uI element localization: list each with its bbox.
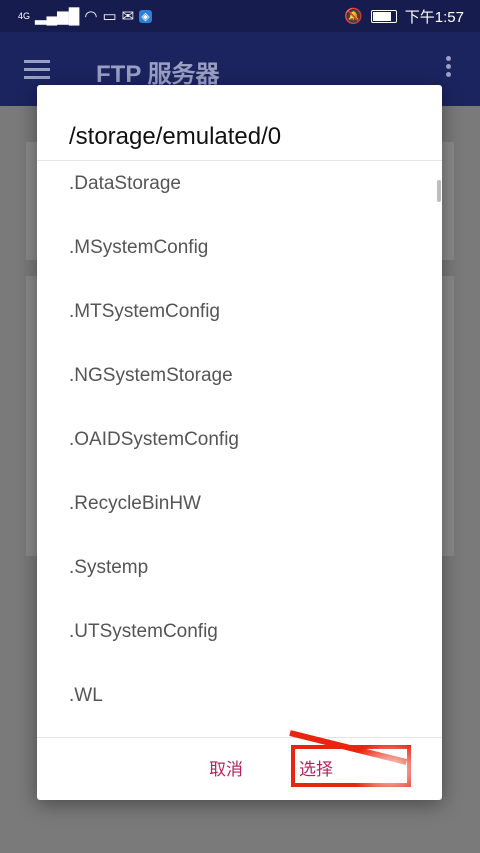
shield-icon: ◈: [139, 9, 152, 23]
status-bar: 4G ▂▄▆█ ◠ ▭ ✉ ◈ 🔕 下午1:57: [0, 0, 480, 32]
network-type: 4G: [18, 11, 31, 21]
scrollbar[interactable]: [437, 180, 441, 202]
dialog-title: /storage/emulated/0: [69, 123, 282, 150]
cancel-button[interactable]: 取消: [209, 755, 243, 780]
list-item[interactable]: .DataStorage: [69, 173, 181, 195]
clock: 下午1:57: [404, 8, 464, 26]
list-item[interactable]: .OAIDSystemConfig: [69, 429, 239, 451]
mail-icon: ✉: [121, 8, 135, 25]
app-title: FTP 服务器: [96, 61, 220, 88]
folder-icon: ▭: [102, 8, 117, 25]
divider: [37, 737, 442, 738]
wifi-icon: ◠: [84, 8, 98, 25]
list-item[interactable]: .WL: [69, 685, 103, 707]
list-item[interactable]: .MSystemConfig: [69, 237, 208, 259]
list-item[interactable]: .UTSystemConfig: [69, 621, 218, 643]
mute-icon: 🔕: [344, 8, 363, 25]
list-item[interactable]: .MTSystemConfig: [69, 301, 220, 323]
file-list[interactable]: .DataStorage .MSystemConfig .MTSystemCon…: [37, 161, 442, 737]
folder-picker-dialog: /storage/emulated/0 .DataStorage .MSyste…: [37, 85, 442, 800]
battery-icon: [370, 9, 397, 23]
watermark: [350, 740, 430, 800]
list-item[interactable]: .RecycleBinHW: [69, 493, 201, 515]
signal-icon: ▂▄▆█: [35, 8, 80, 25]
menu-icon[interactable]: [24, 60, 50, 79]
list-item[interactable]: .Systemp: [69, 557, 148, 579]
list-item[interactable]: .NGSystemStorage: [69, 365, 233, 387]
more-options-icon[interactable]: [446, 56, 452, 80]
